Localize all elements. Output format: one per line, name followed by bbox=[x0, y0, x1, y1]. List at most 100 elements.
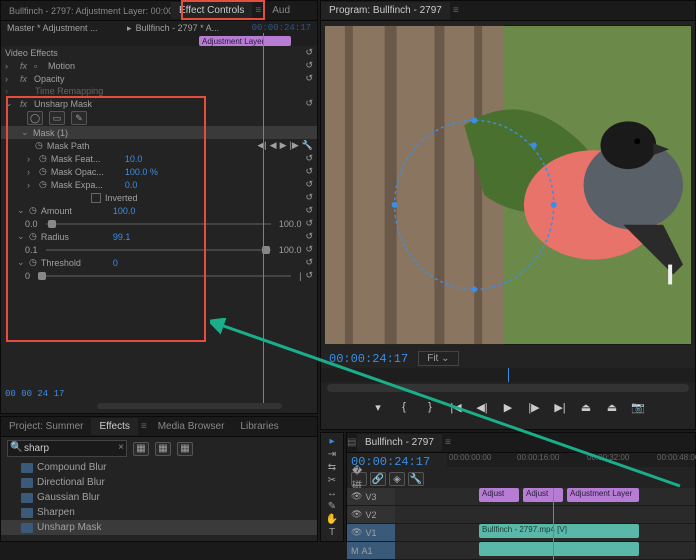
effects-search-input[interactable] bbox=[7, 440, 127, 457]
ripple-tool-icon[interactable]: ⇆ bbox=[328, 462, 336, 473]
track-v3[interactable]: 👁V3 Adjust Adjust Adjustment Layer bbox=[347, 488, 695, 506]
threshold-value[interactable]: 0 bbox=[113, 258, 118, 268]
mask-exp-value[interactable]: 0.0 bbox=[125, 180, 138, 190]
reset-icon[interactable]: ↺ bbox=[305, 47, 313, 58]
prev-frame-icon[interactable]: ◀ bbox=[270, 140, 277, 151]
step-back-icon[interactable]: ◀| bbox=[471, 398, 493, 416]
mask-feather[interactable]: ›◷ Mask Feat... 10.0 ↺ bbox=[1, 152, 317, 165]
stopwatch-icon[interactable]: ◷ bbox=[39, 179, 47, 190]
snap-icon[interactable]: �磁 bbox=[351, 472, 367, 486]
mask-opacity-value[interactable]: 100.0 % bbox=[125, 167, 158, 177]
reset-icon[interactable]: ↺ bbox=[305, 218, 313, 229]
ec-playhead[interactable] bbox=[263, 33, 264, 403]
threshold-slider[interactable] bbox=[38, 275, 291, 277]
opacity-effect[interactable]: ›fx Opacity ↺ bbox=[1, 72, 317, 85]
reset-icon[interactable]: ↺ bbox=[305, 166, 313, 177]
goto-out-icon[interactable]: ▶| bbox=[549, 398, 571, 416]
track-a1[interactable]: MA1 bbox=[347, 542, 695, 560]
toggle-track-icon[interactable]: 👁 bbox=[351, 527, 362, 538]
track-v2[interactable]: 👁V2 bbox=[347, 506, 695, 524]
track-v1[interactable]: 👁V1 Bullfinch - 2797.mp4 [V] bbox=[347, 524, 695, 542]
reset-icon[interactable]: ↺ bbox=[305, 270, 313, 281]
extract-icon[interactable]: ⏏ bbox=[601, 398, 623, 416]
toggle-track-icon[interactable]: 👁 bbox=[351, 509, 362, 520]
stopwatch-icon[interactable]: ◷ bbox=[39, 166, 47, 177]
source-tab[interactable]: Bullfinch - 2797: Adjustment Layer: 00:0… bbox=[1, 3, 171, 19]
fit-dropdown[interactable]: Fit ⌄ bbox=[418, 351, 458, 366]
project-tab[interactable]: Project: Summer bbox=[1, 418, 91, 435]
clip-video[interactable]: Bullfinch - 2797.mp4 [V] bbox=[479, 524, 639, 538]
reset-icon[interactable]: ↺ bbox=[305, 179, 313, 190]
stopwatch-icon[interactable]: ◷ bbox=[39, 153, 47, 164]
reset-icon[interactable]: ↺ bbox=[305, 244, 313, 255]
rect-mask-icon[interactable]: ▭ bbox=[49, 111, 65, 125]
reset-icon[interactable]: ↺ bbox=[305, 73, 313, 84]
step-fwd-icon[interactable]: |▶ bbox=[523, 398, 545, 416]
clip-adj[interactable]: Adjust bbox=[479, 488, 519, 502]
amount-prop[interactable]: ⌄◷ Amount 100.0 ↺ bbox=[1, 204, 317, 217]
effect-item[interactable]: Gaussian Blur bbox=[1, 490, 317, 505]
effect-item[interactable]: Directional Blur bbox=[1, 475, 317, 490]
mark-out-icon[interactable]: } bbox=[419, 398, 441, 416]
slip-tool-icon[interactable]: ↔ bbox=[327, 488, 337, 499]
effects-tab[interactable]: Effects bbox=[91, 418, 137, 435]
panel-menu-icon[interactable]: ≡ bbox=[450, 5, 462, 16]
reset-icon[interactable]: ↺ bbox=[305, 231, 313, 242]
seq-list-icon[interactable]: ▤ bbox=[347, 437, 357, 448]
timeline-ruler[interactable]: 00:00:00:00 00:00:16:00 00:00:32:00 00:0… bbox=[447, 453, 695, 467]
play-icon[interactable]: ▶ bbox=[280, 140, 287, 151]
mask-opacity[interactable]: ›◷ Mask Opac... 100.0 % ↺ bbox=[1, 165, 317, 178]
clip-audio[interactable] bbox=[479, 542, 639, 556]
program-timecode[interactable]: 00:00:24:17 bbox=[329, 352, 408, 366]
next-frame-icon[interactable]: |▶ bbox=[290, 140, 299, 151]
inverted-check[interactable]: Inverted ↺ bbox=[1, 191, 317, 204]
motion-effect[interactable]: ›fx▫ Motion ↺ bbox=[1, 59, 317, 72]
mask-path[interactable]: ◷ Mask Path ◀| ◀ ▶ |▶ 🔧 bbox=[1, 139, 317, 152]
stopwatch-icon[interactable]: ◷ bbox=[29, 205, 37, 216]
goto-in-icon[interactable]: |◀ bbox=[445, 398, 467, 416]
reset-icon[interactable]: ↺ bbox=[305, 60, 313, 71]
amount-slider[interactable] bbox=[46, 223, 271, 225]
filter-fx-icon[interactable]: ▦ bbox=[133, 442, 149, 456]
mask-expansion[interactable]: ›◷ Mask Expa... 0.0 ↺ bbox=[1, 178, 317, 191]
hand-tool-icon[interactable]: ✋ bbox=[326, 514, 338, 525]
effect-item[interactable]: Unsharp Mask bbox=[1, 520, 317, 535]
type-tool-icon[interactable]: T bbox=[329, 527, 335, 538]
add-marker-icon[interactable]: ▾ bbox=[367, 398, 389, 416]
radius-slider[interactable] bbox=[46, 249, 271, 251]
timeline-playhead[interactable] bbox=[553, 488, 554, 560]
media-browser-tab[interactable]: Media Browser bbox=[150, 418, 233, 435]
horiz-scrollbar[interactable] bbox=[5, 403, 313, 411]
linked-sel-icon[interactable]: 🔗 bbox=[370, 472, 386, 486]
effect-controls-tab[interactable]: Effect Controls bbox=[171, 2, 252, 19]
mask-1[interactable]: ⌄Mask (1) bbox=[1, 126, 317, 139]
program-tab[interactable]: Program: Bullfinch - 2797 bbox=[321, 2, 450, 19]
razor-tool-icon[interactable]: ✂ bbox=[328, 475, 336, 486]
track-select-tool-icon[interactable]: ⇥ bbox=[328, 449, 336, 460]
audio-tab[interactable]: Aud bbox=[264, 2, 298, 19]
reset-icon[interactable]: ↺ bbox=[305, 192, 313, 203]
toggle-track-icon[interactable]: 👁 bbox=[351, 491, 362, 502]
ellipse-mask-icon[interactable]: ◯ bbox=[27, 111, 43, 125]
threshold-prop[interactable]: ⌄◷ Threshold 0 ↺ bbox=[1, 256, 317, 269]
libraries-tab[interactable]: Libraries bbox=[232, 418, 286, 435]
radius-prop[interactable]: ⌄◷ Radius 99.1 ↺ bbox=[1, 230, 317, 243]
filter-yuv-icon[interactable]: ▦ bbox=[177, 442, 193, 456]
stopwatch-icon[interactable]: ◷ bbox=[29, 231, 37, 242]
program-ruler[interactable] bbox=[321, 368, 695, 382]
feather-value[interactable]: 10.0 bbox=[125, 154, 143, 164]
panel-menu-icon[interactable]: ≡ bbox=[138, 421, 150, 432]
reset-icon[interactable]: ↺ bbox=[305, 98, 313, 109]
lift-icon[interactable]: ⏏ bbox=[575, 398, 597, 416]
selection-tool-icon[interactable]: ▸ bbox=[329, 436, 334, 447]
timeline-seq-tab[interactable]: Bullfinch - 2797 bbox=[357, 434, 442, 451]
effect-item[interactable]: Compound Blur bbox=[1, 460, 317, 475]
pen-mask-icon[interactable]: ✎ bbox=[71, 111, 87, 125]
effect-item[interactable]: Sharpen bbox=[1, 505, 317, 520]
stopwatch-icon[interactable]: ◷ bbox=[35, 140, 43, 151]
stopwatch-icon[interactable]: ◷ bbox=[29, 257, 37, 268]
clip-adj-layer[interactable]: Adjustment Layer bbox=[567, 488, 639, 502]
markers-icon[interactable]: ◈ bbox=[389, 472, 405, 486]
radius-value[interactable]: 99.1 bbox=[113, 232, 131, 242]
program-viewer[interactable] bbox=[325, 25, 691, 345]
